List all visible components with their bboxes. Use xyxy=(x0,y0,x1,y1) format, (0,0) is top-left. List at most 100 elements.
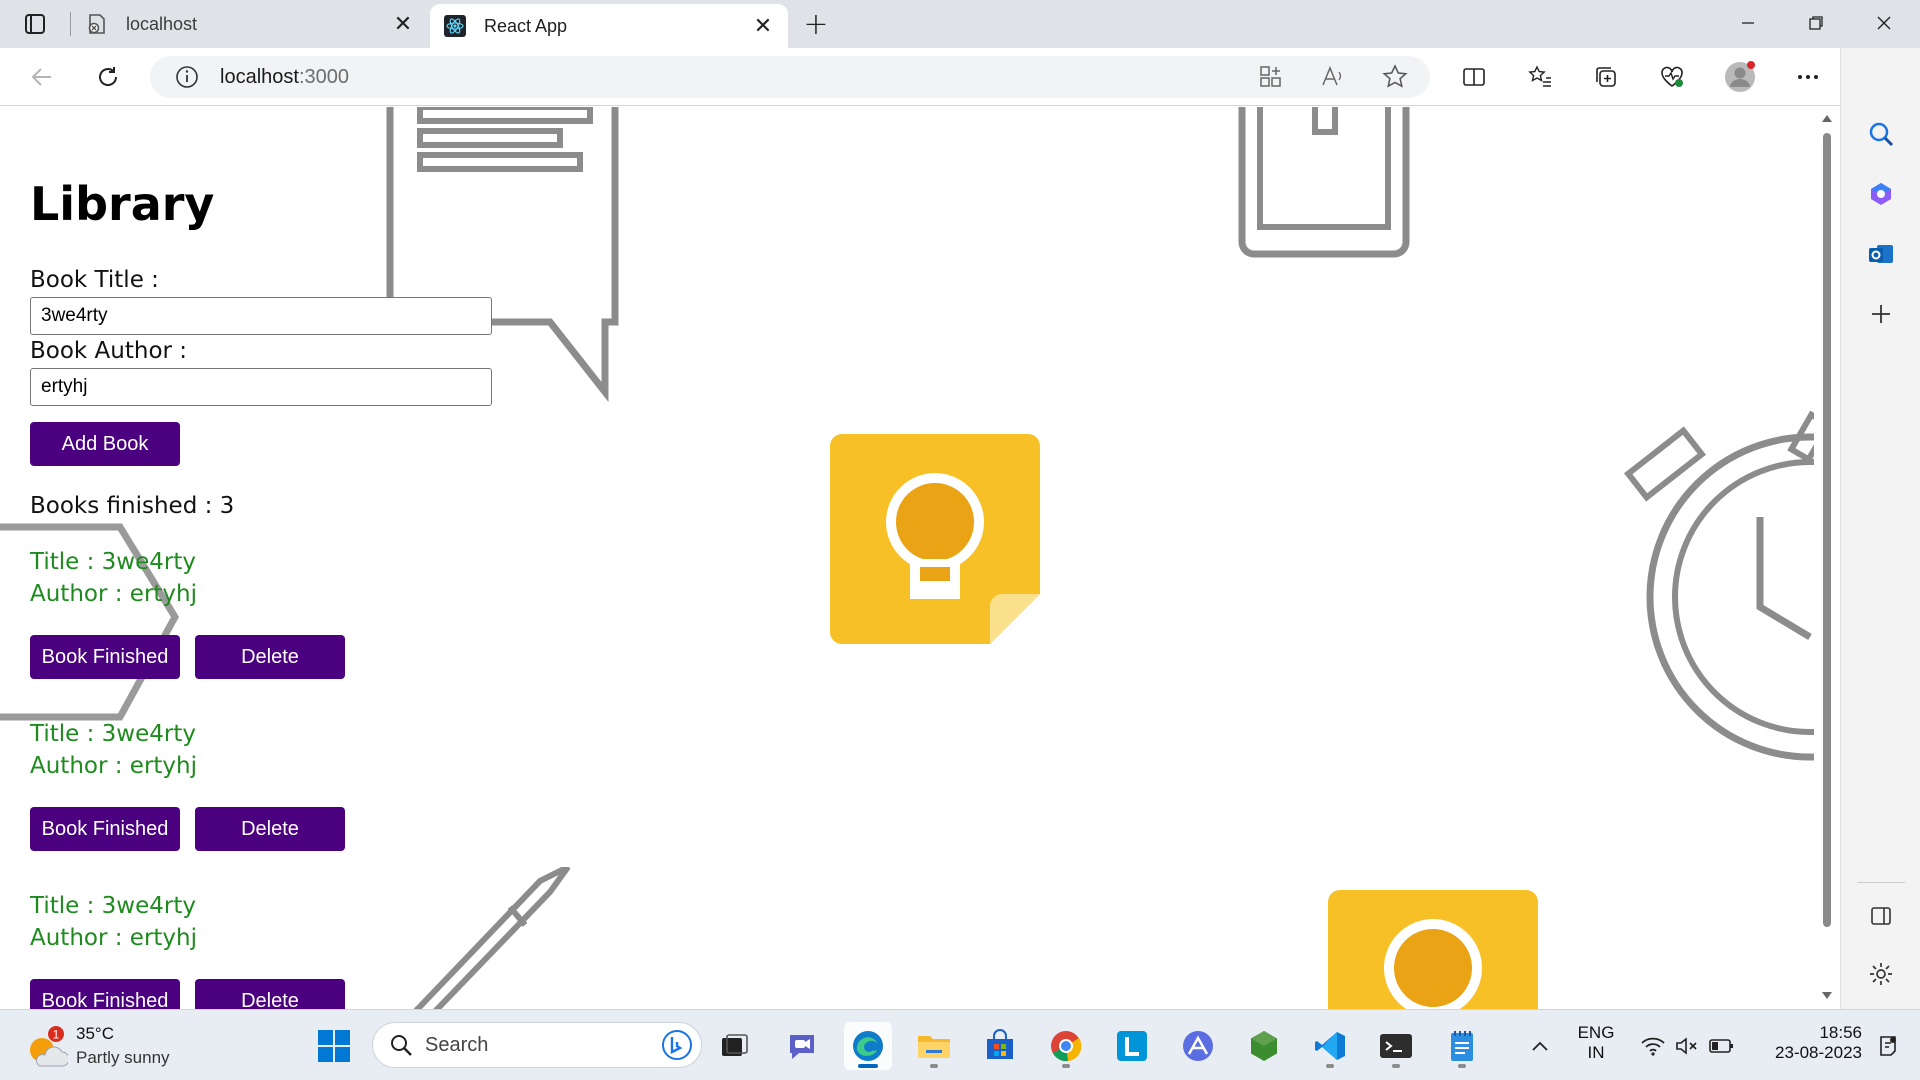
book-title-label: Book Title : xyxy=(30,267,159,293)
back-arrow-icon[interactable] xyxy=(24,59,60,95)
books-finished-count: Books finished : 3 xyxy=(30,493,235,519)
minimize-icon[interactable] xyxy=(1716,0,1780,46)
tab-actions-icon[interactable] xyxy=(18,12,52,36)
file-explorer-icon[interactable] xyxy=(910,1022,958,1070)
task-view-icon[interactable] xyxy=(710,1022,758,1070)
search-placeholder: Search xyxy=(425,1033,489,1056)
address-bar[interactable]: localhost :3000 xyxy=(150,56,1430,98)
url-host: localhost xyxy=(220,65,299,88)
scroll-up-icon[interactable] xyxy=(1821,113,1833,123)
hide-sidebar-icon[interactable] xyxy=(1861,896,1901,936)
close-window-icon[interactable] xyxy=(1852,0,1916,46)
delete-button[interactable]: Delete xyxy=(195,979,345,1009)
book-finished-button[interactable]: Book Finished xyxy=(30,979,180,1009)
book-list-item: Title : 3we4rty Author : ertyhj Book Fin… xyxy=(30,721,630,893)
notepad-icon[interactable] xyxy=(1438,1022,1486,1070)
battery-icon xyxy=(1709,1039,1733,1053)
collections-icon[interactable] xyxy=(1588,59,1624,95)
browser-toolbar: localhost :3000 xyxy=(0,48,1920,106)
browser-essentials-icon[interactable] xyxy=(1654,59,1690,95)
clock-time: 18:56 xyxy=(1819,1023,1862,1042)
vscode-icon[interactable] xyxy=(1306,1022,1354,1070)
letter-l-app-icon[interactable] xyxy=(1108,1022,1156,1070)
sidebar-divider xyxy=(1857,882,1905,883)
chat-bubble-icon xyxy=(386,107,619,403)
page-viewport: Library Book Title : Book Author : Add B… xyxy=(0,107,1814,1009)
refresh-icon[interactable] xyxy=(90,59,126,95)
scroll-down-icon[interactable] xyxy=(1821,991,1833,1001)
notifications-icon[interactable] xyxy=(1868,1022,1908,1070)
book-list-item: Title : 3we4rty Author : ertyhj Book Fin… xyxy=(30,893,630,1009)
book-author-text: Author : ertyhj xyxy=(30,581,198,607)
keep-lightbulb-icon xyxy=(1328,890,1538,1009)
tab-strip: localhost ✕ React App ✕ + xyxy=(0,0,1920,48)
edge-sidebar xyxy=(1840,48,1920,1009)
language-code: ENG xyxy=(1577,1023,1615,1042)
tab-separator xyxy=(70,12,71,36)
add-sidebar-app-icon[interactable] xyxy=(1861,294,1901,334)
close-tab-icon[interactable]: ✕ xyxy=(390,11,416,37)
keep-lightbulb-icon xyxy=(830,434,1040,644)
search-icon xyxy=(391,1035,412,1056)
outlook-icon[interactable] xyxy=(1861,234,1901,274)
show-hidden-icons-chevron-up-icon[interactable] xyxy=(1516,1022,1564,1070)
weather-description: Partly sunny xyxy=(76,1048,170,1067)
search-icon[interactable] xyxy=(1861,114,1901,154)
book-author-text: Author : ertyhj xyxy=(30,925,198,951)
microsoft-store-icon[interactable] xyxy=(976,1022,1024,1070)
new-tab-button[interactable]: + xyxy=(800,7,832,42)
clock-date: 23-08-2023 xyxy=(1775,1043,1862,1062)
split-screen-icon[interactable] xyxy=(1456,59,1492,95)
nodejs-icon[interactable] xyxy=(1240,1022,1288,1070)
react-logo-icon xyxy=(444,15,466,37)
scroll-thumb[interactable] xyxy=(1823,133,1831,927)
book-author-input[interactable] xyxy=(30,368,492,406)
arc-app-icon[interactable] xyxy=(1174,1022,1222,1070)
tab-title: React App xyxy=(484,15,568,36)
favorite-star-icon[interactable] xyxy=(1382,64,1408,94)
taskbar-search[interactable]: Search xyxy=(372,1022,702,1068)
add-book-button[interactable]: Add Book xyxy=(30,422,180,466)
book-author-label: Book Author : xyxy=(30,338,188,364)
page-title: Library xyxy=(30,177,215,231)
restore-icon[interactable] xyxy=(1784,0,1848,46)
book-title-text: Title : 3we4rty xyxy=(30,549,196,575)
weather-badge: 1 xyxy=(53,1028,60,1042)
favorites-icon[interactable] xyxy=(1522,59,1558,95)
windows-taskbar: 1 35°C Partly sunny Search ENG IN 18:56 … xyxy=(0,1009,1920,1080)
book-title-input[interactable] xyxy=(30,297,492,335)
profile-avatar-icon[interactable] xyxy=(1722,59,1758,95)
tab-react-app[interactable]: React App ✕ xyxy=(430,4,788,48)
tab-localhost[interactable]: localhost ✕ xyxy=(72,0,428,48)
settings-gear-icon[interactable] xyxy=(1861,954,1901,994)
more-options-icon[interactable] xyxy=(1790,59,1826,95)
page-scrollbar[interactable] xyxy=(1814,107,1840,1009)
bing-icon[interactable] xyxy=(661,1029,693,1061)
terminal-icon[interactable] xyxy=(1372,1022,1420,1070)
read-aloud-icon[interactable] xyxy=(1320,64,1346,94)
system-tray[interactable] xyxy=(1628,1022,1748,1070)
edge-browser-icon[interactable] xyxy=(844,1022,892,1070)
weather-sun-icon: 1 xyxy=(30,1026,68,1067)
speaker-muted-icon xyxy=(1676,1037,1697,1055)
book-finished-button[interactable]: Book Finished xyxy=(30,635,180,679)
book-list-item: Title : 3we4rty Author : ertyhj Book Fin… xyxy=(30,549,630,721)
wifi-icon xyxy=(1641,1037,1665,1056)
info-icon[interactable] xyxy=(174,64,200,90)
delete-button[interactable]: Delete xyxy=(195,635,345,679)
copilot-sidebar-icon[interactable] xyxy=(1861,174,1901,214)
chrome-icon[interactable] xyxy=(1042,1022,1090,1070)
app-available-icon[interactable] xyxy=(1258,64,1284,94)
tab-title: localhost xyxy=(126,13,198,34)
language-indicator[interactable]: ENG IN xyxy=(1568,1023,1624,1063)
close-tab-icon[interactable]: ✕ xyxy=(750,13,776,39)
delete-button[interactable]: Delete xyxy=(195,807,345,851)
book-finished-button[interactable]: Book Finished xyxy=(30,807,180,851)
windows-start-icon[interactable] xyxy=(310,1022,358,1070)
stopwatch-icon xyxy=(1623,410,1814,761)
weather-widget[interactable]: 1 35°C Partly sunny xyxy=(26,1020,206,1072)
url-port: :3000 xyxy=(298,65,349,88)
language-region: IN xyxy=(1587,1043,1605,1062)
teams-chat-icon[interactable] xyxy=(778,1022,826,1070)
clock[interactable]: 18:56 23-08-2023 xyxy=(1752,1023,1862,1063)
